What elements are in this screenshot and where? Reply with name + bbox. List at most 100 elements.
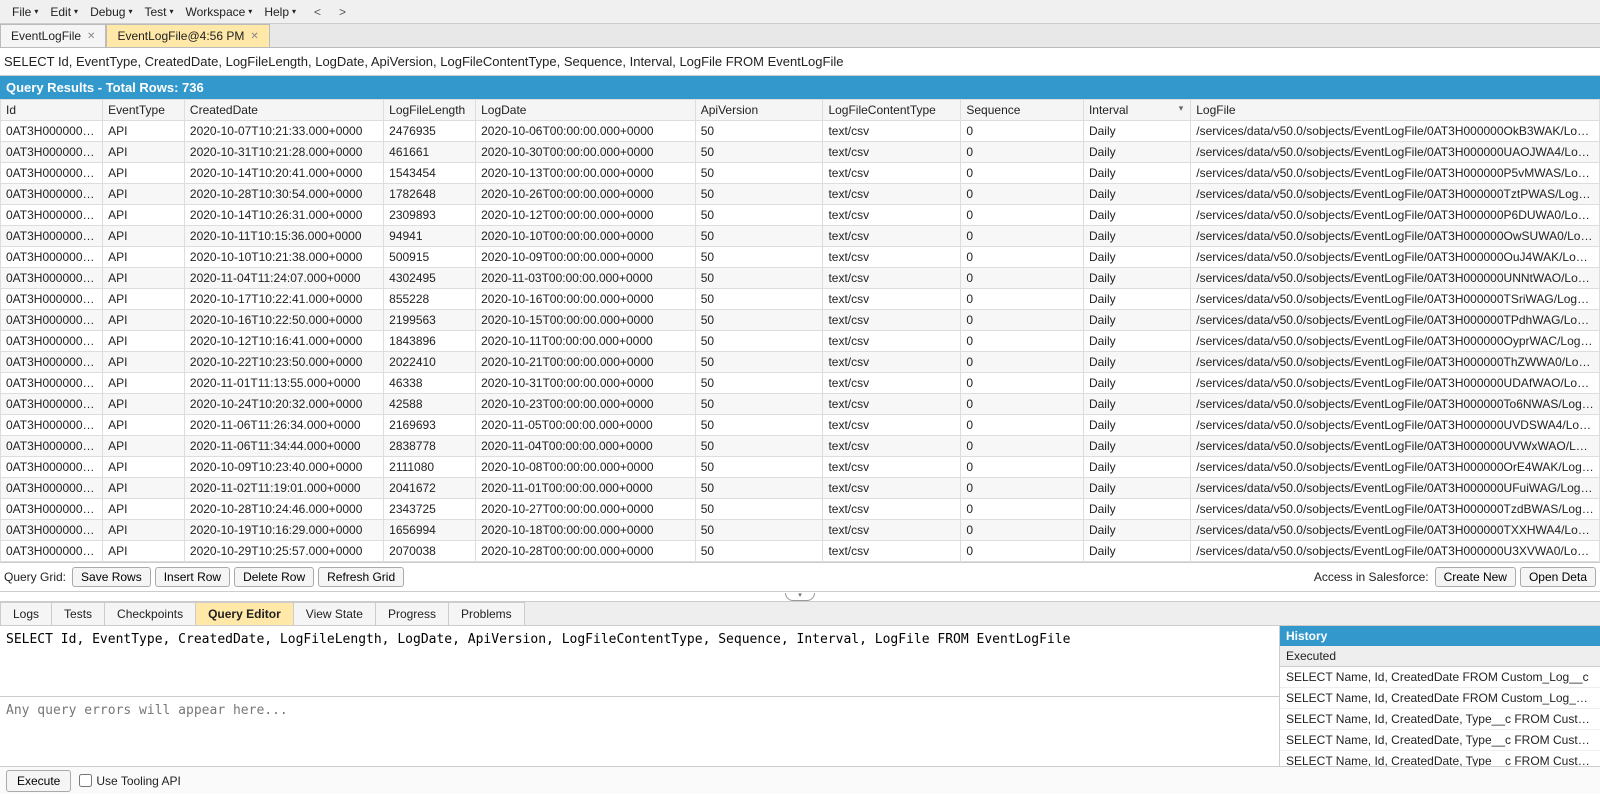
cell-logfilecontenttype[interactable]: text/csv [823, 331, 961, 352]
cell-createddate[interactable]: 2020-10-28T10:30:54.000+0000 [184, 184, 383, 205]
cell-eventtype[interactable]: API [103, 352, 185, 373]
cell-logfile[interactable]: /services/data/v50.0/sobjects/EventLogFi… [1191, 268, 1600, 289]
cell-logfilecontenttype[interactable]: text/csv [823, 226, 961, 247]
cell-logfile[interactable]: /services/data/v50.0/sobjects/EventLogFi… [1191, 373, 1600, 394]
tab-eventlogfile[interactable]: EventLogFile✕ [0, 24, 106, 47]
cell-eventtype[interactable]: API [103, 331, 185, 352]
cell-logfile[interactable]: /services/data/v50.0/sobjects/EventLogFi… [1191, 142, 1600, 163]
cell-logfilelength[interactable]: 500915 [384, 247, 476, 268]
cell-logdate[interactable]: 2020-10-15T00:00:00.000+0000 [476, 310, 696, 331]
cell-interval[interactable]: Daily [1083, 226, 1190, 247]
cell-sequence[interactable]: 0 [961, 268, 1084, 289]
cell-sequence[interactable]: 0 [961, 520, 1084, 541]
table-row[interactable]: 0AT3H000000UD...API2020-11-01T11:13:55.0… [1, 373, 1600, 394]
cell-createddate[interactable]: 2020-11-02T11:19:01.000+0000 [184, 478, 383, 499]
cell-eventtype[interactable]: API [103, 373, 185, 394]
cell-logdate[interactable]: 2020-10-27T00:00:00.000+0000 [476, 499, 696, 520]
cell-eventtype[interactable]: API [103, 289, 185, 310]
cell-interval[interactable]: Daily [1083, 394, 1190, 415]
table-row[interactable]: 0AT3H000000TP...API2020-10-16T10:22:50.0… [1, 310, 1600, 331]
cell-logdate[interactable]: 2020-10-31T00:00:00.000+0000 [476, 373, 696, 394]
cell-logfilecontenttype[interactable]: text/csv [823, 352, 961, 373]
history-item[interactable]: SELECT Name, Id, CreatedDate, Type__c FR… [1280, 751, 1600, 766]
cell-logfilelength[interactable]: 1782648 [384, 184, 476, 205]
cell-interval[interactable]: Daily [1083, 331, 1190, 352]
cell-createddate[interactable]: 2020-10-24T10:20:32.000+0000 [184, 394, 383, 415]
table-row[interactable]: 0AT3H000000Oy...API2020-10-12T10:16:41.0… [1, 331, 1600, 352]
cell-logdate[interactable]: 2020-10-30T00:00:00.000+0000 [476, 142, 696, 163]
history-item[interactable]: SELECT Name, Id, CreatedDate FROM Custom… [1280, 667, 1600, 688]
cell-createddate[interactable]: 2020-10-14T10:20:41.000+0000 [184, 163, 383, 184]
cell-eventtype[interactable]: API [103, 205, 185, 226]
column-header-sequence[interactable]: Sequence [961, 100, 1084, 121]
cell-id[interactable]: 0AT3H000000To6... [1, 394, 103, 415]
cell-apiversion[interactable]: 50 [695, 121, 823, 142]
cell-interval[interactable]: Daily [1083, 184, 1190, 205]
cell-eventtype[interactable]: API [103, 163, 185, 184]
cell-id[interactable]: 0AT3H000000UF... [1, 478, 103, 499]
menu-file[interactable]: File▾ [6, 3, 44, 21]
cell-sequence[interactable]: 0 [961, 247, 1084, 268]
cell-logfile[interactable]: /services/data/v50.0/sobjects/EventLogFi… [1191, 289, 1600, 310]
cell-logfilelength[interactable]: 2309893 [384, 205, 476, 226]
bottom-tab-logs[interactable]: Logs [0, 602, 52, 625]
cell-eventtype[interactable]: API [103, 247, 185, 268]
cell-interval[interactable]: Daily [1083, 520, 1190, 541]
cell-logfilecontenttype[interactable]: text/csv [823, 457, 961, 478]
cell-sequence[interactable]: 0 [961, 499, 1084, 520]
menu-workspace[interactable]: Workspace▾ [179, 3, 258, 21]
cell-id[interactable]: 0AT3H000000P5... [1, 163, 103, 184]
history-item[interactable]: SELECT Name, Id, CreatedDate FROM Custom… [1280, 688, 1600, 709]
cell-logfile[interactable]: /services/data/v50.0/sobjects/EventLogFi… [1191, 226, 1600, 247]
cell-apiversion[interactable]: 50 [695, 352, 823, 373]
cell-logfilecontenttype[interactable]: text/csv [823, 394, 961, 415]
cell-logfilecontenttype[interactable]: text/csv [823, 520, 961, 541]
cell-logdate[interactable]: 2020-10-18T00:00:00.000+0000 [476, 520, 696, 541]
column-header-logfile[interactable]: LogFile [1191, 100, 1600, 121]
cell-apiversion[interactable]: 50 [695, 499, 823, 520]
cell-logfilecontenttype[interactable]: text/csv [823, 373, 961, 394]
cell-logdate[interactable]: 2020-11-01T00:00:00.000+0000 [476, 478, 696, 499]
table-row[interactable]: 0AT3H000000To6...API2020-10-24T10:20:32.… [1, 394, 1600, 415]
cell-logfilecontenttype[interactable]: text/csv [823, 478, 961, 499]
cell-logfilelength[interactable]: 2476935 [384, 121, 476, 142]
table-row[interactable]: 0AT3H000000UF...API2020-11-02T11:19:01.0… [1, 478, 1600, 499]
cell-id[interactable]: 0AT3H000000Ow... [1, 226, 103, 247]
cell-createddate[interactable]: 2020-10-22T10:23:50.000+0000 [184, 352, 383, 373]
table-row[interactable]: 0AT3H000000Or...API2020-10-09T10:23:40.0… [1, 457, 1600, 478]
cell-id[interactable]: 0AT3H000000Tzt... [1, 184, 103, 205]
cell-logfile[interactable]: /services/data/v50.0/sobjects/EventLogFi… [1191, 352, 1600, 373]
bottom-tab-problems[interactable]: Problems [448, 602, 525, 625]
column-header-logfilecontenttype[interactable]: LogFileContentType [823, 100, 961, 121]
cell-logfilelength[interactable]: 2343725 [384, 499, 476, 520]
close-icon[interactable]: ✕ [87, 31, 95, 42]
cell-logfilecontenttype[interactable]: text/csv [823, 121, 961, 142]
cell-apiversion[interactable]: 50 [695, 226, 823, 247]
cell-logfilecontenttype[interactable]: text/csv [823, 247, 961, 268]
table-row[interactable]: 0AT3H000000Th...API2020-10-22T10:23:50.0… [1, 352, 1600, 373]
cell-createddate[interactable]: 2020-10-29T10:25:57.000+0000 [184, 541, 383, 562]
cell-apiversion[interactable]: 50 [695, 520, 823, 541]
cell-sequence[interactable]: 0 [961, 142, 1084, 163]
cell-id[interactable]: 0AT3H000000Ok... [1, 121, 103, 142]
bottom-tab-checkpoints[interactable]: Checkpoints [104, 602, 196, 625]
cell-createddate[interactable]: 2020-10-07T10:21:33.000+0000 [184, 121, 383, 142]
cell-logfile[interactable]: /services/data/v50.0/sobjects/EventLogFi… [1191, 331, 1600, 352]
cell-createddate[interactable]: 2020-11-06T11:34:44.000+0000 [184, 436, 383, 457]
cell-eventtype[interactable]: API [103, 268, 185, 289]
cell-apiversion[interactable]: 50 [695, 373, 823, 394]
cell-logfilelength[interactable]: 2169693 [384, 415, 476, 436]
table-row[interactable]: 0AT3H000000Tzd...API2020-10-28T10:24:46.… [1, 499, 1600, 520]
cell-logdate[interactable]: 2020-10-28T00:00:00.000+0000 [476, 541, 696, 562]
history-item[interactable]: SELECT Name, Id, CreatedDate, Type__c FR… [1280, 709, 1600, 730]
refresh-grid-button[interactable]: Refresh Grid [318, 567, 404, 587]
cell-id[interactable]: 0AT3H000000P6... [1, 205, 103, 226]
cell-eventtype[interactable]: API [103, 499, 185, 520]
cell-id[interactable]: 0AT3H000000UD... [1, 373, 103, 394]
table-row[interactable]: 0AT3H000000P5...API2020-10-14T10:20:41.0… [1, 163, 1600, 184]
nav-forward-icon[interactable]: > [333, 5, 352, 19]
insert-row-button[interactable]: Insert Row [155, 567, 230, 587]
cell-interval[interactable]: Daily [1083, 478, 1190, 499]
cell-eventtype[interactable]: API [103, 415, 185, 436]
cell-sequence[interactable]: 0 [961, 352, 1084, 373]
